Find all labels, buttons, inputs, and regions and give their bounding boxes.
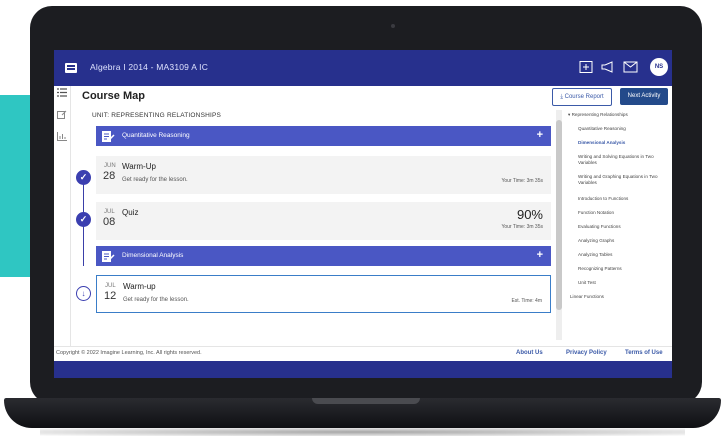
tree-unit-root[interactable]: ▾ Representing Relationships	[568, 112, 628, 118]
tree-unit-item[interactable]: Linear Functions	[570, 294, 604, 300]
user-avatar[interactable]: NS	[650, 58, 668, 76]
lesson-edit-icon	[102, 131, 115, 142]
activity-day: 08	[103, 216, 116, 228]
footer: Copyright © 2022 Imagine Learning, Inc. …	[54, 346, 672, 361]
top-bar: Algebra I 2014 - MA3109 A IC NS	[54, 50, 672, 86]
edit-icon[interactable]	[57, 110, 67, 119]
lesson-bar[interactable]: Quantitative Reasoning +	[96, 126, 551, 146]
activity-card-current[interactable]: JUL 12 Warm-up Get ready for the lesson.…	[96, 275, 551, 313]
activity-time: Est. Time: 4m	[511, 298, 542, 304]
expand-plus-icon[interactable]: +	[537, 129, 543, 141]
activity-month: JUN	[104, 163, 116, 169]
activity-month: JUL	[105, 283, 116, 289]
current-activity-icon: ↓	[76, 286, 91, 301]
activity-subtitle: Get ready for the lesson.	[123, 297, 189, 303]
list-icon[interactable]	[57, 88, 67, 97]
tree-lesson-item[interactable]: Quantitative Reasoning	[578, 126, 626, 132]
activity-subtitle: Get ready for the lesson.	[122, 177, 188, 183]
activity-title: Warm-up	[123, 282, 156, 291]
tree-lesson-item[interactable]: Writing and Graphing Equations in Two Va…	[578, 174, 670, 186]
tree-lesson-item[interactable]: Function Notation	[578, 210, 614, 216]
course-report-button[interactable]: ⤓ Course Report	[552, 88, 612, 106]
mail-icon[interactable]	[622, 61, 638, 74]
next-activity-button[interactable]: Next Activity	[620, 88, 668, 105]
activity-card[interactable]: JUL 08 Quiz 90% Your Time: 3m 35s	[96, 202, 551, 240]
copyright: Copyright © 2022 Imagine Learning, Inc. …	[56, 350, 202, 356]
tree-lesson-item-selected[interactable]: Dimensional Analysis	[578, 140, 625, 146]
chart-icon[interactable]	[57, 132, 67, 141]
terms-of-use-link[interactable]: Terms of Use	[625, 350, 663, 356]
expand-plus-icon[interactable]: +	[537, 249, 543, 261]
activity-title: Warm-Up	[122, 162, 156, 171]
course-report-label: Course Report	[564, 94, 604, 100]
page-title: Course Map	[82, 90, 145, 102]
laptop-shadow	[40, 428, 685, 436]
activity-time: Your Time: 3m 35s	[501, 178, 543, 184]
course-title: Algebra I 2014 - MA3109 A IC	[90, 62, 209, 72]
tree-lesson-item[interactable]: Writing and Solving Equations in Two Var…	[578, 154, 670, 166]
tree-lesson-item[interactable]: Recognizing Patterns	[578, 266, 622, 272]
privacy-policy-link[interactable]: Privacy Policy	[566, 350, 607, 356]
scrollbar-thumb[interactable]	[556, 120, 562, 310]
activity-time: Your Time: 3m 35s	[501, 224, 543, 230]
lesson-title: Dimensional Analysis	[122, 252, 184, 259]
top-bar-icons	[578, 61, 638, 74]
laptop-base-notch	[312, 398, 420, 404]
tree-lesson-item[interactable]: Analyzing Graphs	[578, 238, 614, 244]
activity-card[interactable]: JUN 28 Warm-Up Get ready for the lesson.…	[96, 156, 551, 194]
completed-check-icon: ✓	[76, 212, 91, 227]
course-map-app: Course Map ⤓ Course Report Next Activity…	[54, 86, 672, 346]
tree-lesson-item[interactable]: Introduction to Functions	[578, 196, 628, 202]
left-nav	[54, 86, 71, 346]
megaphone-icon[interactable]	[600, 61, 616, 74]
lesson-edit-icon	[102, 251, 115, 262]
laptop-base	[4, 398, 721, 428]
about-us-link[interactable]: About Us	[516, 350, 543, 356]
scrollbar[interactable]	[556, 110, 562, 340]
plus-box-icon[interactable]	[578, 61, 594, 74]
unit-label: UNIT: REPRESENTING RELATIONSHIPS	[92, 112, 222, 119]
course-icon	[65, 63, 77, 73]
tree-lesson-item[interactable]: Unit Test	[578, 280, 596, 286]
webcam	[391, 24, 395, 28]
lesson-bar[interactable]: Dimensional Analysis +	[96, 246, 551, 266]
laptop-screen: Algebra I 2014 - MA3109 A IC NS Course M…	[54, 50, 672, 378]
activity-title: Quiz	[122, 208, 139, 217]
tree-lesson-item[interactable]: Evaluating Functions	[578, 224, 621, 230]
lesson-title: Quantitative Reasoning	[122, 132, 190, 139]
tree-lesson-item[interactable]: Analyzing Tables	[578, 252, 612, 258]
activity-score: 90%	[516, 207, 543, 222]
completed-check-icon: ✓	[76, 170, 91, 185]
activity-day: 28	[103, 170, 116, 182]
activity-day: 12	[104, 290, 117, 302]
activity-month: JUL	[104, 209, 115, 215]
